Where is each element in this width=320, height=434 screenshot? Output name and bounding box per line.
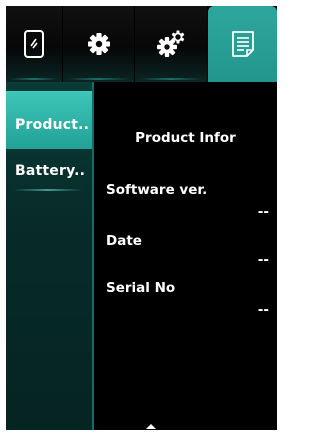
app-window: Product.. Battery.. Product Infor Softwa… xyxy=(6,6,277,430)
main-panel: Product Infor Software ver. -- Date -- S… xyxy=(94,82,277,430)
tab-device[interactable] xyxy=(6,6,63,82)
scroll-up-arrow-icon[interactable] xyxy=(146,424,156,429)
software-version-label: Software ver. xyxy=(106,182,208,198)
date-label: Date xyxy=(106,233,142,249)
page-title: Product Infor xyxy=(135,130,236,146)
date-value: -- xyxy=(257,252,269,268)
gear-icon xyxy=(86,31,112,57)
sidebar: Product.. Battery.. xyxy=(6,82,94,430)
gears-icon xyxy=(156,30,186,58)
sidebar-item-product[interactable]: Product.. xyxy=(6,91,92,149)
tab-advanced-settings[interactable] xyxy=(135,6,208,82)
phone-icon xyxy=(23,29,45,59)
sidebar-item-battery[interactable]: Battery.. xyxy=(6,149,92,193)
sidebar-item-label: Product.. xyxy=(15,117,90,133)
document-icon xyxy=(231,30,255,58)
tab-info[interactable] xyxy=(208,6,277,82)
software-version-value: -- xyxy=(257,204,269,220)
serial-number-value: -- xyxy=(257,302,269,318)
sidebar-item-label: Battery.. xyxy=(15,163,86,179)
tab-bar xyxy=(6,6,277,82)
tab-settings[interactable] xyxy=(63,6,135,82)
serial-number-label: Serial No xyxy=(106,280,176,296)
